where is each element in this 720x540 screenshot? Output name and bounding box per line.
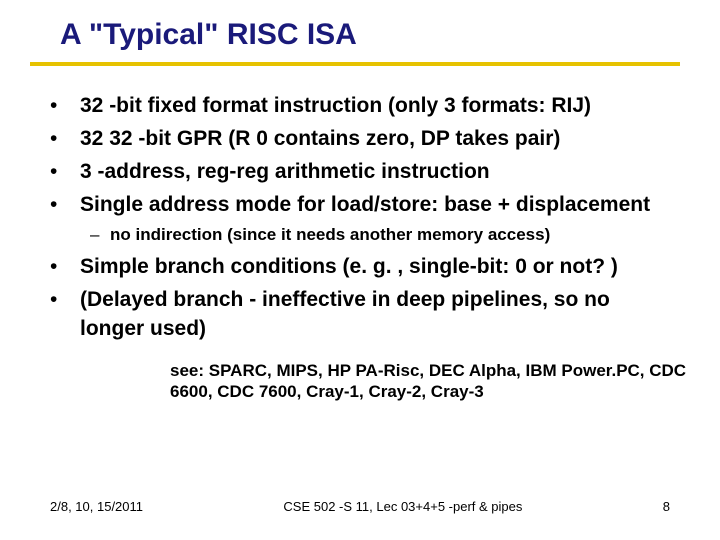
bullet-text: Simple branch conditions (e. g. , single… <box>80 253 670 282</box>
slide-footer: 2/8, 10, 15/2011 CSE 502 -S 11, Lec 03+4… <box>50 499 670 514</box>
sub-bullet-text: no indirection (since it needs another m… <box>110 224 670 247</box>
dash-icon: – <box>90 224 110 247</box>
bullet-text: 32 32 -bit GPR (R 0 contains zero, DP ta… <box>80 125 670 154</box>
bullet-text: 32 -bit fixed format instruction (only 3… <box>80 92 670 121</box>
bullet-dot-icon: • <box>50 253 80 282</box>
bullet-item: • 32 -bit fixed format instruction (only… <box>50 92 670 121</box>
footer-date: 2/8, 10, 15/2011 <box>50 499 143 514</box>
sub-bullet-item: – no indirection (since it needs another… <box>90 224 670 247</box>
bullet-text: Single address mode for load/store: base… <box>80 191 670 220</box>
bullet-text: 3 -address, reg-reg arithmetic instructi… <box>80 158 670 187</box>
bullet-dot-icon: • <box>50 286 80 315</box>
slide-content: • 32 -bit fixed format instruction (only… <box>50 92 670 402</box>
bullet-item: • 32 32 -bit GPR (R 0 contains zero, DP … <box>50 125 670 154</box>
see-also-text: see: SPARC, MIPS, HP PA-Risc, DEC Alpha,… <box>170 360 690 403</box>
slide-title: A "Typical" RISC ISA <box>60 18 357 52</box>
bullet-item: • 3 -address, reg-reg arithmetic instruc… <box>50 158 670 187</box>
footer-course: CSE 502 -S 11, Lec 03+4+5 -perf & pipes <box>143 499 663 514</box>
title-underline <box>30 62 680 66</box>
bullet-dot-icon: • <box>50 125 80 154</box>
slide: A "Typical" RISC ISA • 32 -bit fixed for… <box>0 0 720 540</box>
bullet-dot-icon: • <box>50 191 80 220</box>
bullet-dot-icon: • <box>50 92 80 121</box>
bullet-item: • Simple branch conditions (e. g. , sing… <box>50 253 670 282</box>
bullet-item: • (Delayed branch - ineffective in deep … <box>50 286 670 344</box>
footer-page-number: 8 <box>663 499 670 514</box>
bullet-dot-icon: • <box>50 158 80 187</box>
bullet-item: • Single address mode for load/store: ba… <box>50 191 670 220</box>
bullet-text: (Delayed branch - ineffective in deep pi… <box>80 286 670 344</box>
